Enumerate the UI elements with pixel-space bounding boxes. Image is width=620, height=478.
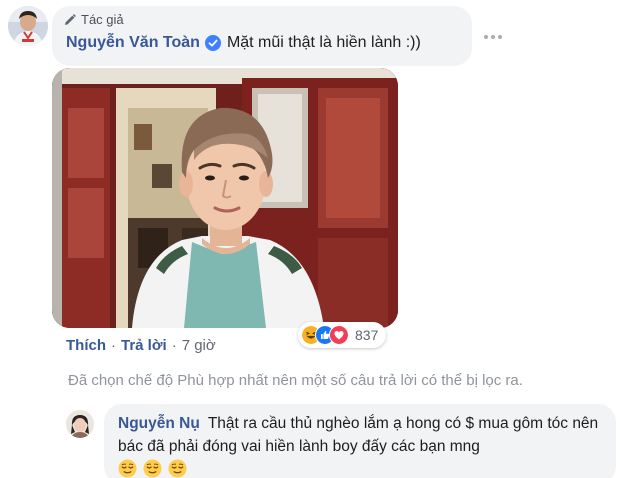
comment-photo[interactable] (52, 68, 398, 328)
comment-thread: Tác giả Nguyễn Văn Toàn Mặt mũi thật là … (0, 0, 620, 478)
more-options-button[interactable] (480, 28, 506, 46)
love-reaction-icon (329, 325, 349, 345)
relieved-face-emoji (168, 459, 187, 478)
action-separator: · (171, 337, 177, 354)
verified-badge-icon (204, 35, 221, 51)
comment-line: Nguyễn Văn Toàn Mặt mũi thật là hiền làn… (66, 34, 421, 52)
reply-content: Nguyễn Nụ Thật ra cầu thủ nghèo lắm ạ ho… (118, 412, 612, 478)
pencil-icon (65, 13, 76, 25)
reaction-count: 837 (355, 327, 379, 343)
action-separator: · (111, 337, 116, 354)
reactions-summary[interactable]: 837 (298, 322, 387, 348)
reply-bubble: Nguyễn Nụ Thật ra cầu thủ nghèo lắm ạ ho… (104, 404, 616, 478)
comment-text: Mặt mũi thật là hiền lành :)) (226, 34, 421, 51)
ellipsis-icon (484, 35, 488, 39)
reply-author-avatar[interactable] (66, 410, 94, 438)
relieved-face-emoji (143, 459, 162, 478)
comment-author-name[interactable]: Nguyễn Văn Toàn (66, 34, 200, 52)
relieved-face-emoji (118, 459, 137, 478)
author-badge: Tác giả (64, 12, 124, 27)
reply-link[interactable]: Trả lời (121, 337, 167, 354)
author-badge-label: Tác giả (81, 12, 124, 27)
comment-bubble: Tác giả Nguyễn Văn Toàn Mặt mũi thật là … (52, 6, 472, 66)
reaction-icons (301, 325, 349, 345)
author-avatar[interactable] (8, 6, 48, 46)
comment-actions: Thích · Trả lời · 7 giờ (66, 337, 216, 354)
filter-notice: Đã chọn chế độ Phù hợp nhất nên một số c… (68, 372, 523, 389)
comment-timestamp[interactable]: 7 giờ (182, 337, 216, 354)
reply-author-name[interactable]: Nguyễn Nụ (118, 415, 200, 432)
like-link[interactable]: Thích (66, 337, 106, 354)
